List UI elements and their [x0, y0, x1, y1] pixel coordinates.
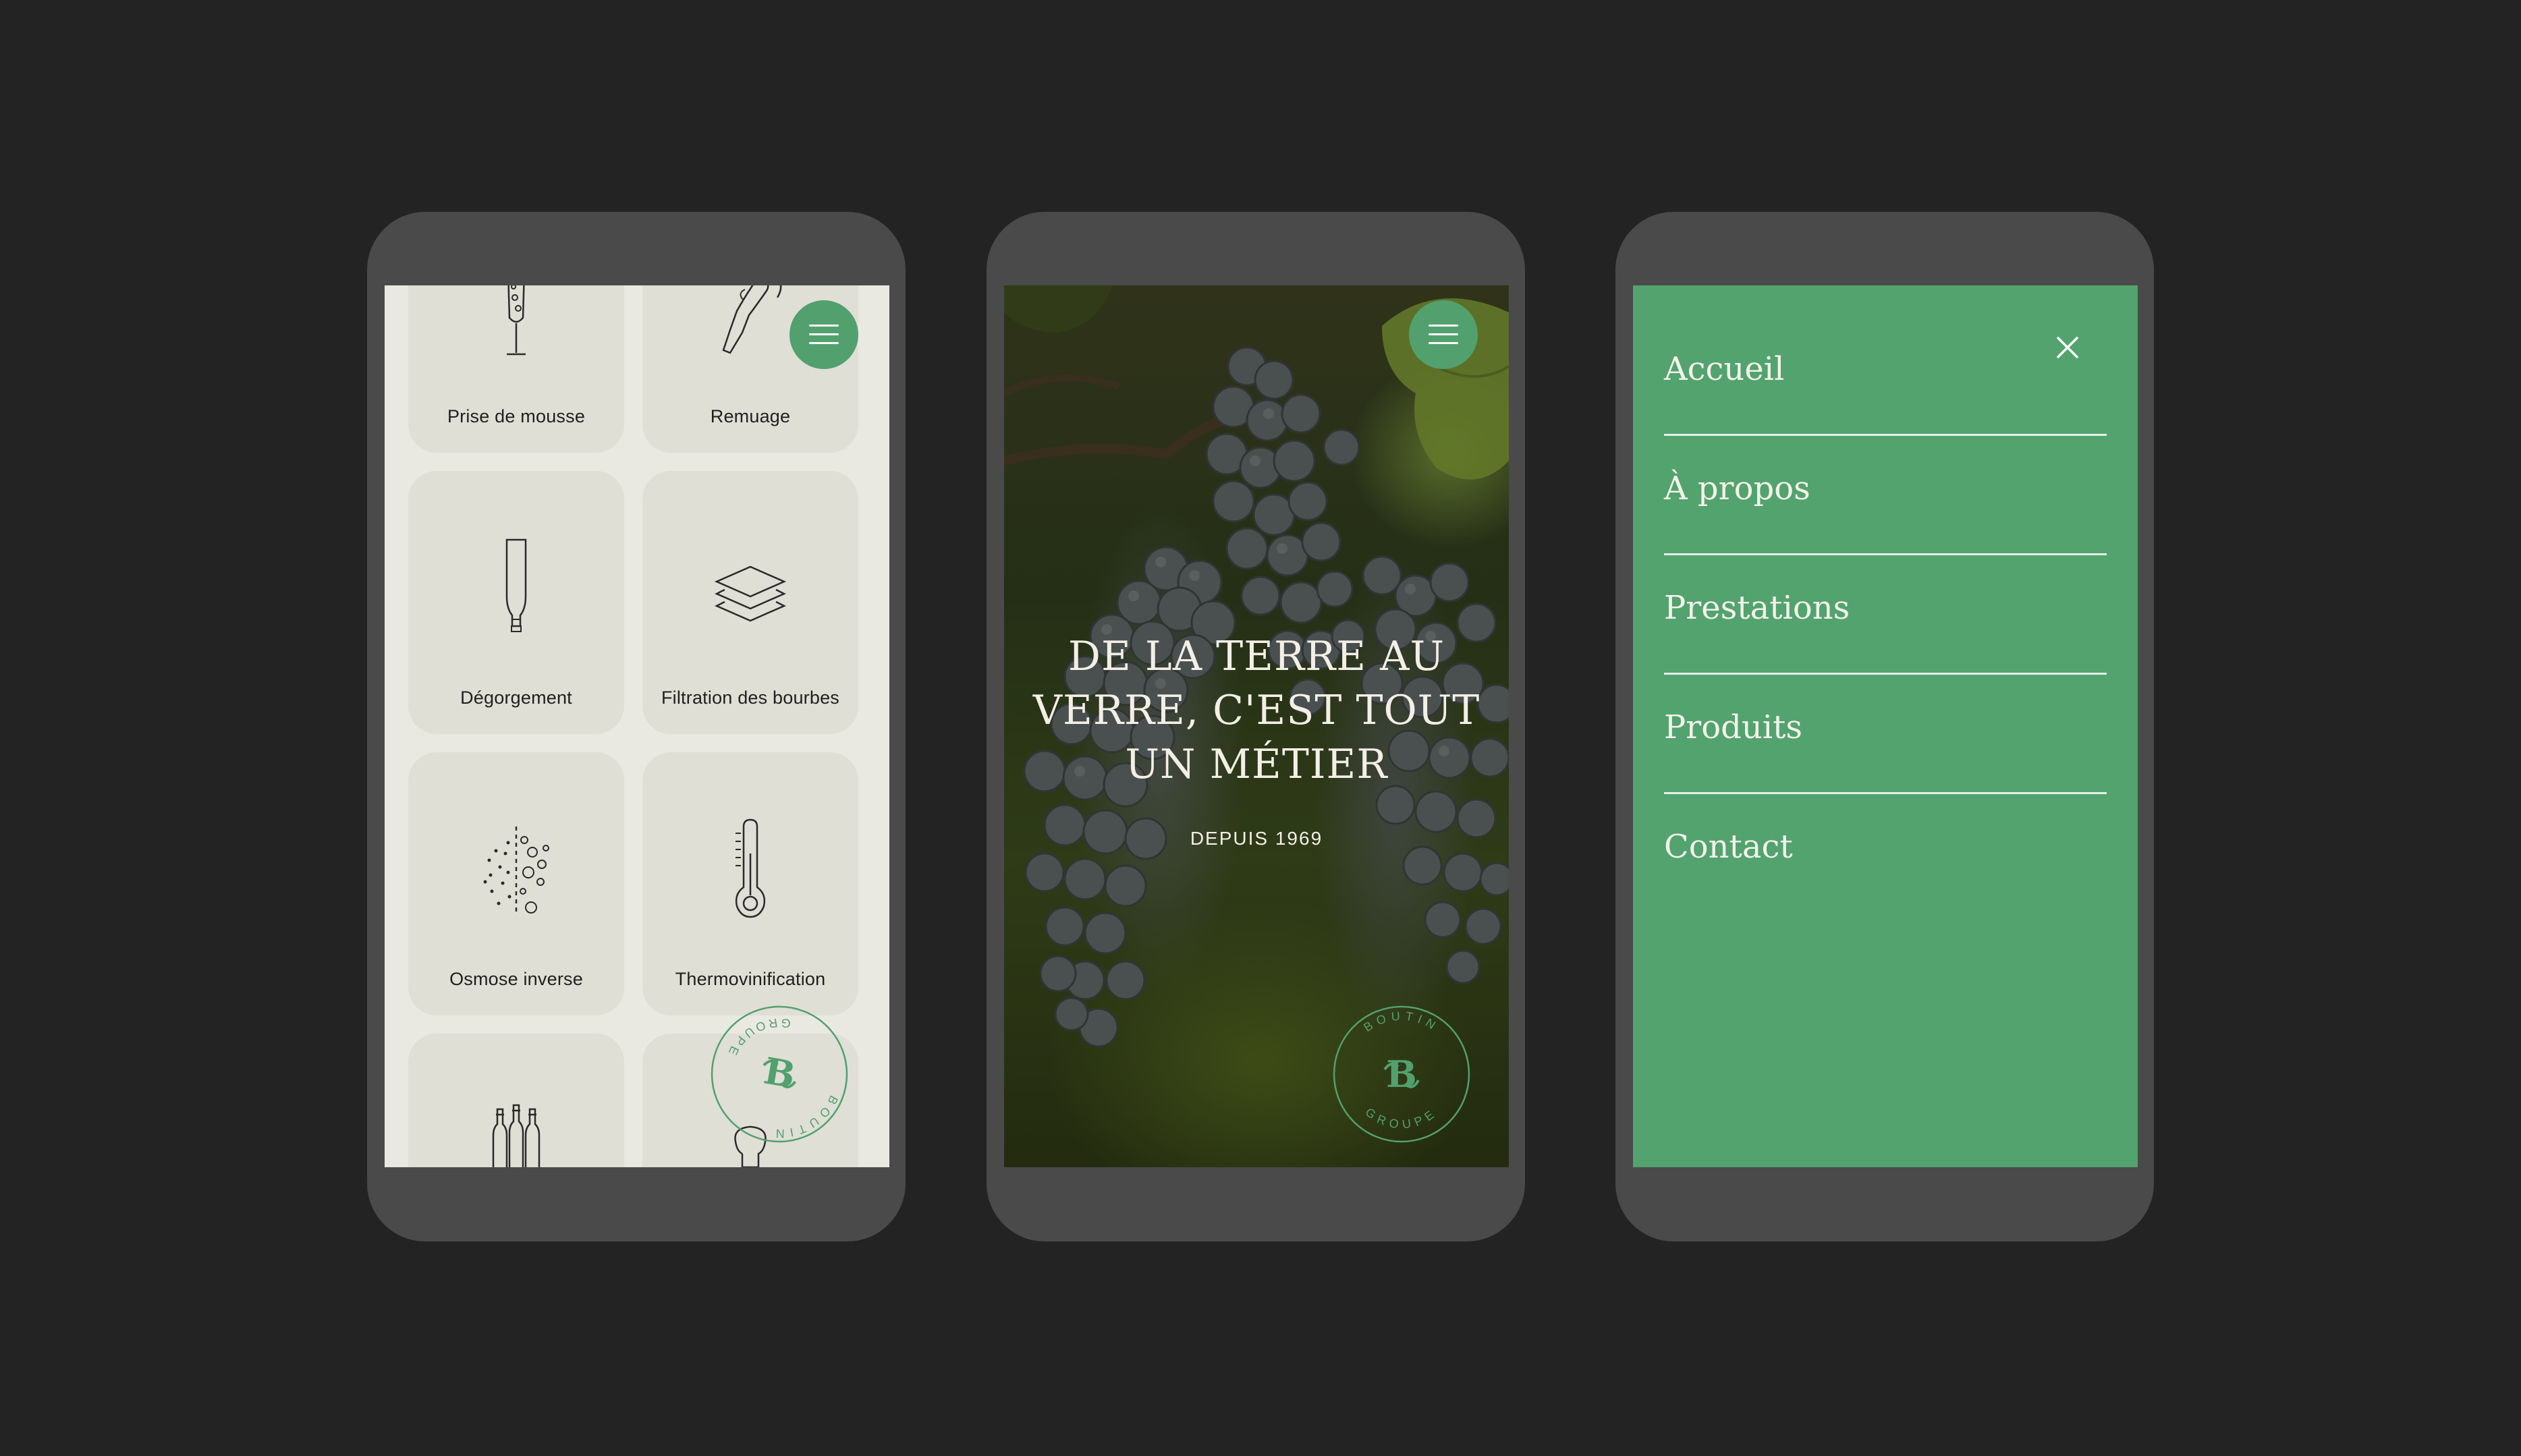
service-card-filtration[interactable]: Filtration des bourbes — [642, 471, 858, 734]
nav-item-label: À propos — [1664, 470, 1810, 507]
hero-subtitle: DEPUIS 1969 — [1190, 828, 1323, 849]
service-card-label: Thermovinification — [675, 969, 826, 989]
thermometer-icon — [735, 818, 766, 918]
menu-button[interactable] — [1409, 300, 1478, 369]
nav-item-label: Accueil — [1664, 350, 1785, 388]
boutin-groupe-seal[interactable]: BOUTIN GROUPE B — [709, 1003, 850, 1145]
nav-item-label: Produits — [1664, 708, 1803, 746]
nav-item-prestations[interactable]: Prestations — [1664, 554, 2107, 675]
nav-item-a-propos[interactable]: À propos — [1664, 435, 2107, 555]
menu-button[interactable] — [789, 300, 858, 369]
service-card-bottles[interactable] — [408, 1034, 624, 1167]
layers-icon — [714, 565, 787, 622]
champagne-glass-icon — [507, 285, 526, 356]
hero-title: DE LA TERRE AU VERRE, C'EST TOUT UN MÉTI… — [1032, 633, 1480, 788]
nav-item-label: Prestations — [1664, 589, 1850, 627]
service-card-prise-de-mousse[interactable]: Prise de mousse — [408, 285, 624, 453]
menu-screen: Accueil À propos Prestations Produits Co… — [1633, 285, 2138, 1167]
service-card-thermovinification[interactable]: Thermovinification — [642, 752, 858, 1015]
bubbles-icon — [483, 827, 549, 914]
service-card-label: Prise de mousse — [447, 406, 586, 426]
service-card-label: Osmose inverse — [449, 969, 583, 989]
tilted-bottle-icon — [722, 285, 782, 354]
boutin-groupe-seal[interactable]: BOUTIN GROUPE B — [1331, 1003, 1472, 1145]
service-card-degorgement[interactable]: Dégorgement — [408, 471, 624, 734]
services-screen: Prise de mousse Remuage Dégorgement Filt… — [385, 285, 889, 1167]
svg-text:B: B — [1386, 1053, 1417, 1096]
bottles-icon — [492, 1104, 541, 1167]
nav-item-contact[interactable]: Contact — [1664, 793, 2107, 912]
phone-mockup-menu: Accueil À propos Prestations Produits Co… — [1615, 212, 2154, 1241]
nav-item-produits[interactable]: Produits — [1664, 673, 2107, 794]
nav-item-label: Contact — [1664, 828, 1793, 866]
hamburger-icon — [1429, 325, 1458, 345]
service-card-osmose-inverse[interactable]: Osmose inverse — [408, 752, 624, 1015]
phone-mockup-services: Prise de mousse Remuage Dégorgement Filt… — [367, 212, 906, 1241]
inverted-bottle-icon — [505, 538, 527, 632]
hamburger-icon — [809, 325, 839, 345]
hero-screen: DE LA TERRE AU VERRE, C'EST TOUT UN MÉTI… — [1004, 285, 1509, 1167]
svg-text:B: B — [760, 1049, 798, 1097]
service-card-label: Filtration des bourbes — [661, 688, 840, 708]
phone-mockup-hero: DE LA TERRE AU VERRE, C'EST TOUT UN MÉTI… — [987, 212, 1525, 1241]
svg-text:GROUPE: GROUPE — [1363, 1105, 1441, 1131]
service-card-label: Remuage — [710, 406, 791, 426]
service-card-label: Dégorgement — [460, 688, 572, 708]
nav-item-accueil[interactable]: Accueil — [1664, 315, 2107, 436]
